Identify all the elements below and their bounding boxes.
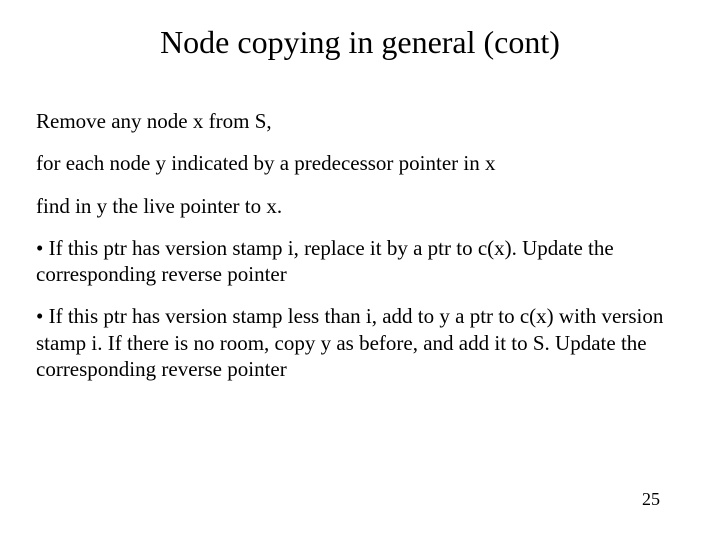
body-line: Remove any node x from S,: [36, 108, 684, 134]
body-bullet: • If this ptr has version stamp less tha…: [36, 303, 684, 382]
body-line: find in y the live pointer to x.: [36, 193, 684, 219]
body-bullet: • If this ptr has version stamp i, repla…: [36, 235, 684, 288]
slide-title: Node copying in general (cont): [0, 24, 720, 61]
page-number: 25: [642, 489, 660, 510]
slide: Node copying in general (cont) Remove an…: [0, 0, 720, 540]
body-line: for each node y indicated by a predecess…: [36, 150, 684, 176]
slide-body: Remove any node x from S, for each node …: [36, 108, 684, 398]
